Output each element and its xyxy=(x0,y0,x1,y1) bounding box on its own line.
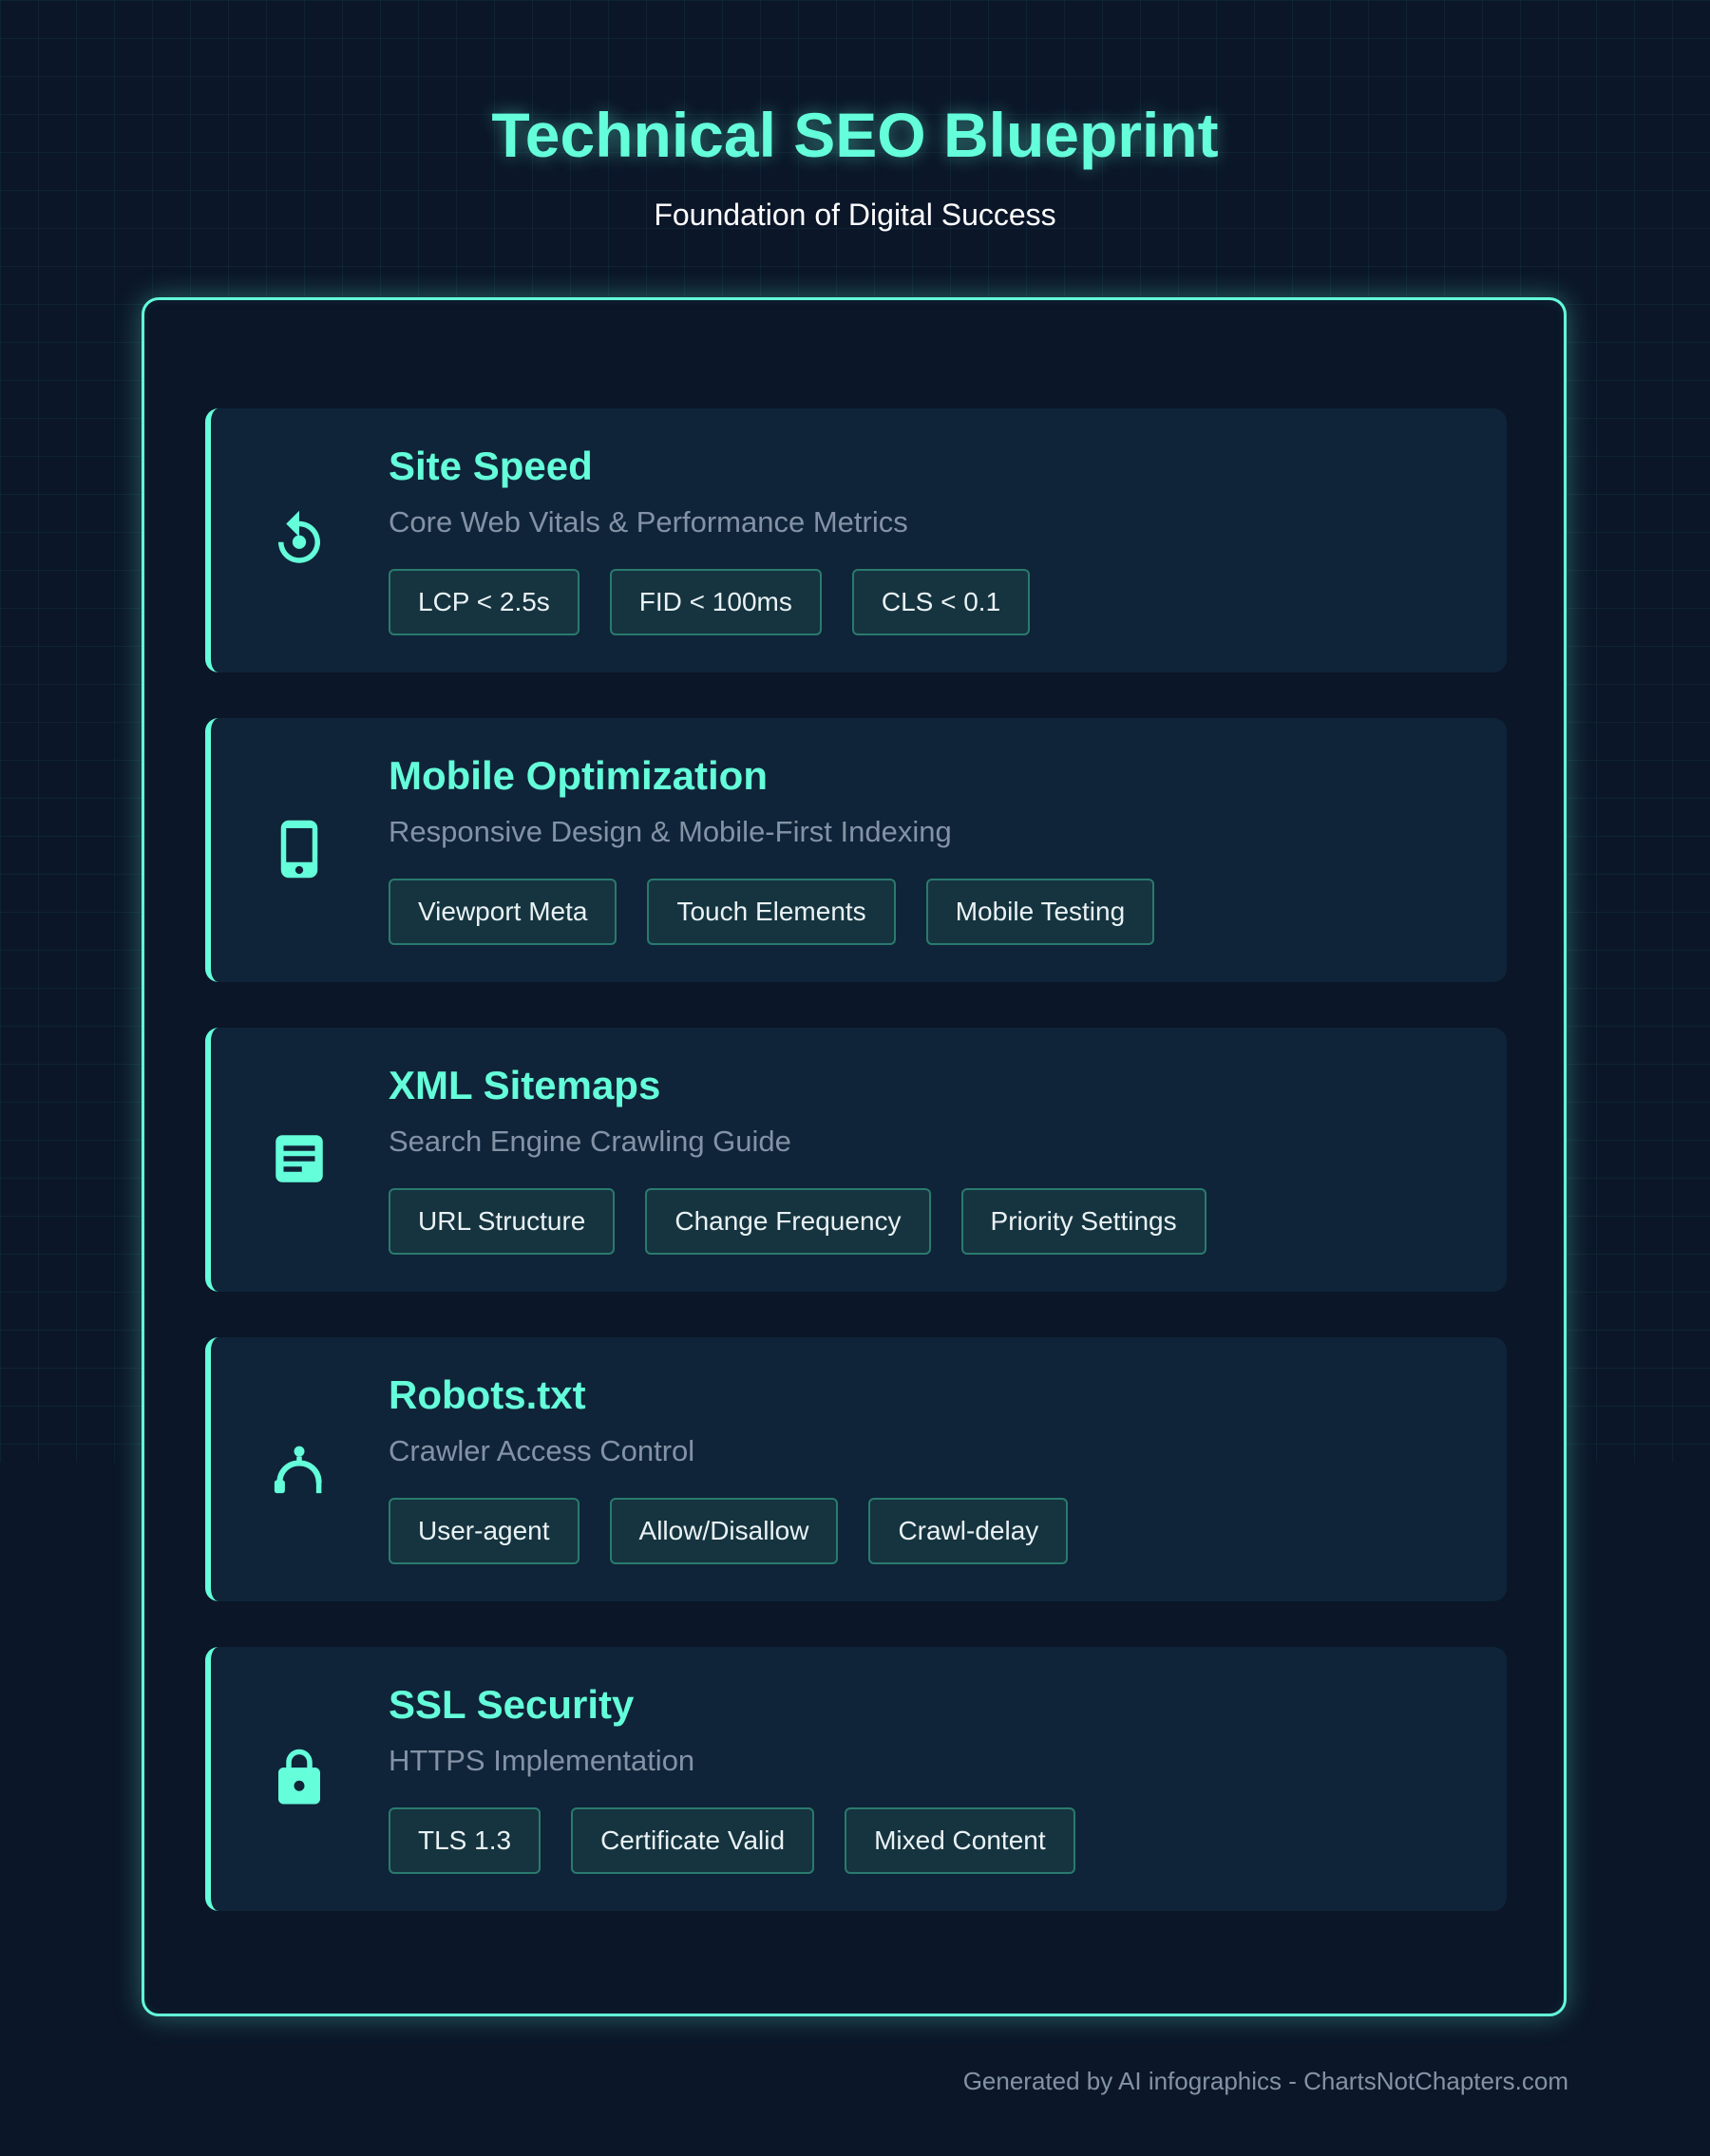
card-title: Mobile Optimization xyxy=(389,753,768,798)
speed-icon xyxy=(268,508,331,571)
robot-icon xyxy=(268,1437,331,1500)
tag-chip: User-agent xyxy=(389,1498,580,1564)
card-xml-sitemaps: XML Sitemaps Search Engine Crawling Guid… xyxy=(205,1028,1507,1292)
card-robots-txt: Robots.txt Crawler Access Control User-a… xyxy=(205,1337,1507,1601)
tag-chip: TLS 1.3 xyxy=(389,1807,542,1874)
card-subtitle: Core Web Vitals & Performance Metrics xyxy=(389,505,908,539)
card-title: SSL Security xyxy=(389,1682,635,1727)
tag-chip: Mobile Testing xyxy=(925,879,1155,945)
card-title: Robots.txt xyxy=(389,1372,586,1417)
tag-chip: Viewport Meta xyxy=(389,879,618,945)
card-site-speed: Site Speed Core Web Vitals & Performance… xyxy=(205,408,1507,672)
card-subtitle: Search Engine Crawling Guide xyxy=(389,1125,791,1158)
card-subtitle: Responsive Design & Mobile-First Indexin… xyxy=(389,815,952,848)
tag-chip: Crawl-delay xyxy=(868,1498,1069,1564)
tag-list: TLS 1.3 Certificate Valid Mixed Content xyxy=(389,1807,1075,1874)
tag-chip: Certificate Valid xyxy=(571,1807,815,1874)
tag-list: Viewport Meta Touch Elements Mobile Test… xyxy=(389,879,1155,945)
card-subtitle: HTTPS Implementation xyxy=(389,1744,695,1777)
tag-list: URL Structure Change Frequency Priority … xyxy=(389,1188,1206,1255)
tag-chip: Priority Settings xyxy=(960,1188,1206,1255)
sitemap-icon xyxy=(268,1127,331,1190)
card-title: XML Sitemaps xyxy=(389,1063,661,1107)
footer-credit: Generated by AI infographics - ChartsNot… xyxy=(962,2067,1568,2095)
tag-list: LCP < 2.5s FID < 100ms CLS < 0.1 xyxy=(389,569,1031,635)
tag-chip: LCP < 2.5s xyxy=(389,569,580,635)
card-subtitle: Crawler Access Control xyxy=(389,1434,695,1467)
tag-list: User-agent Allow/Disallow Crawl-delay xyxy=(389,1498,1069,1564)
card-ssl-security: SSL Security HTTPS Implementation TLS 1.… xyxy=(205,1647,1507,1911)
tag-chip: Touch Elements xyxy=(647,879,896,945)
smartphone-icon xyxy=(268,818,331,880)
tag-chip: CLS < 0.1 xyxy=(851,569,1031,635)
page-title: Technical SEO Blueprint xyxy=(491,100,1219,170)
page-subtitle: Foundation of Digital Success xyxy=(654,198,1056,232)
tag-chip: URL Structure xyxy=(389,1188,616,1255)
card-mobile-optimization: Mobile Optimization Responsive Design & … xyxy=(205,718,1507,982)
tag-chip: FID < 100ms xyxy=(609,569,822,635)
tag-chip: Change Frequency xyxy=(645,1188,931,1255)
tag-chip: Mixed Content xyxy=(845,1807,1075,1874)
tag-chip: Allow/Disallow xyxy=(609,1498,839,1564)
card-title: Site Speed xyxy=(389,444,593,488)
lock-icon xyxy=(268,1747,331,1809)
blueprint-panel: Site Speed Core Web Vitals & Performance… xyxy=(142,297,1567,2016)
